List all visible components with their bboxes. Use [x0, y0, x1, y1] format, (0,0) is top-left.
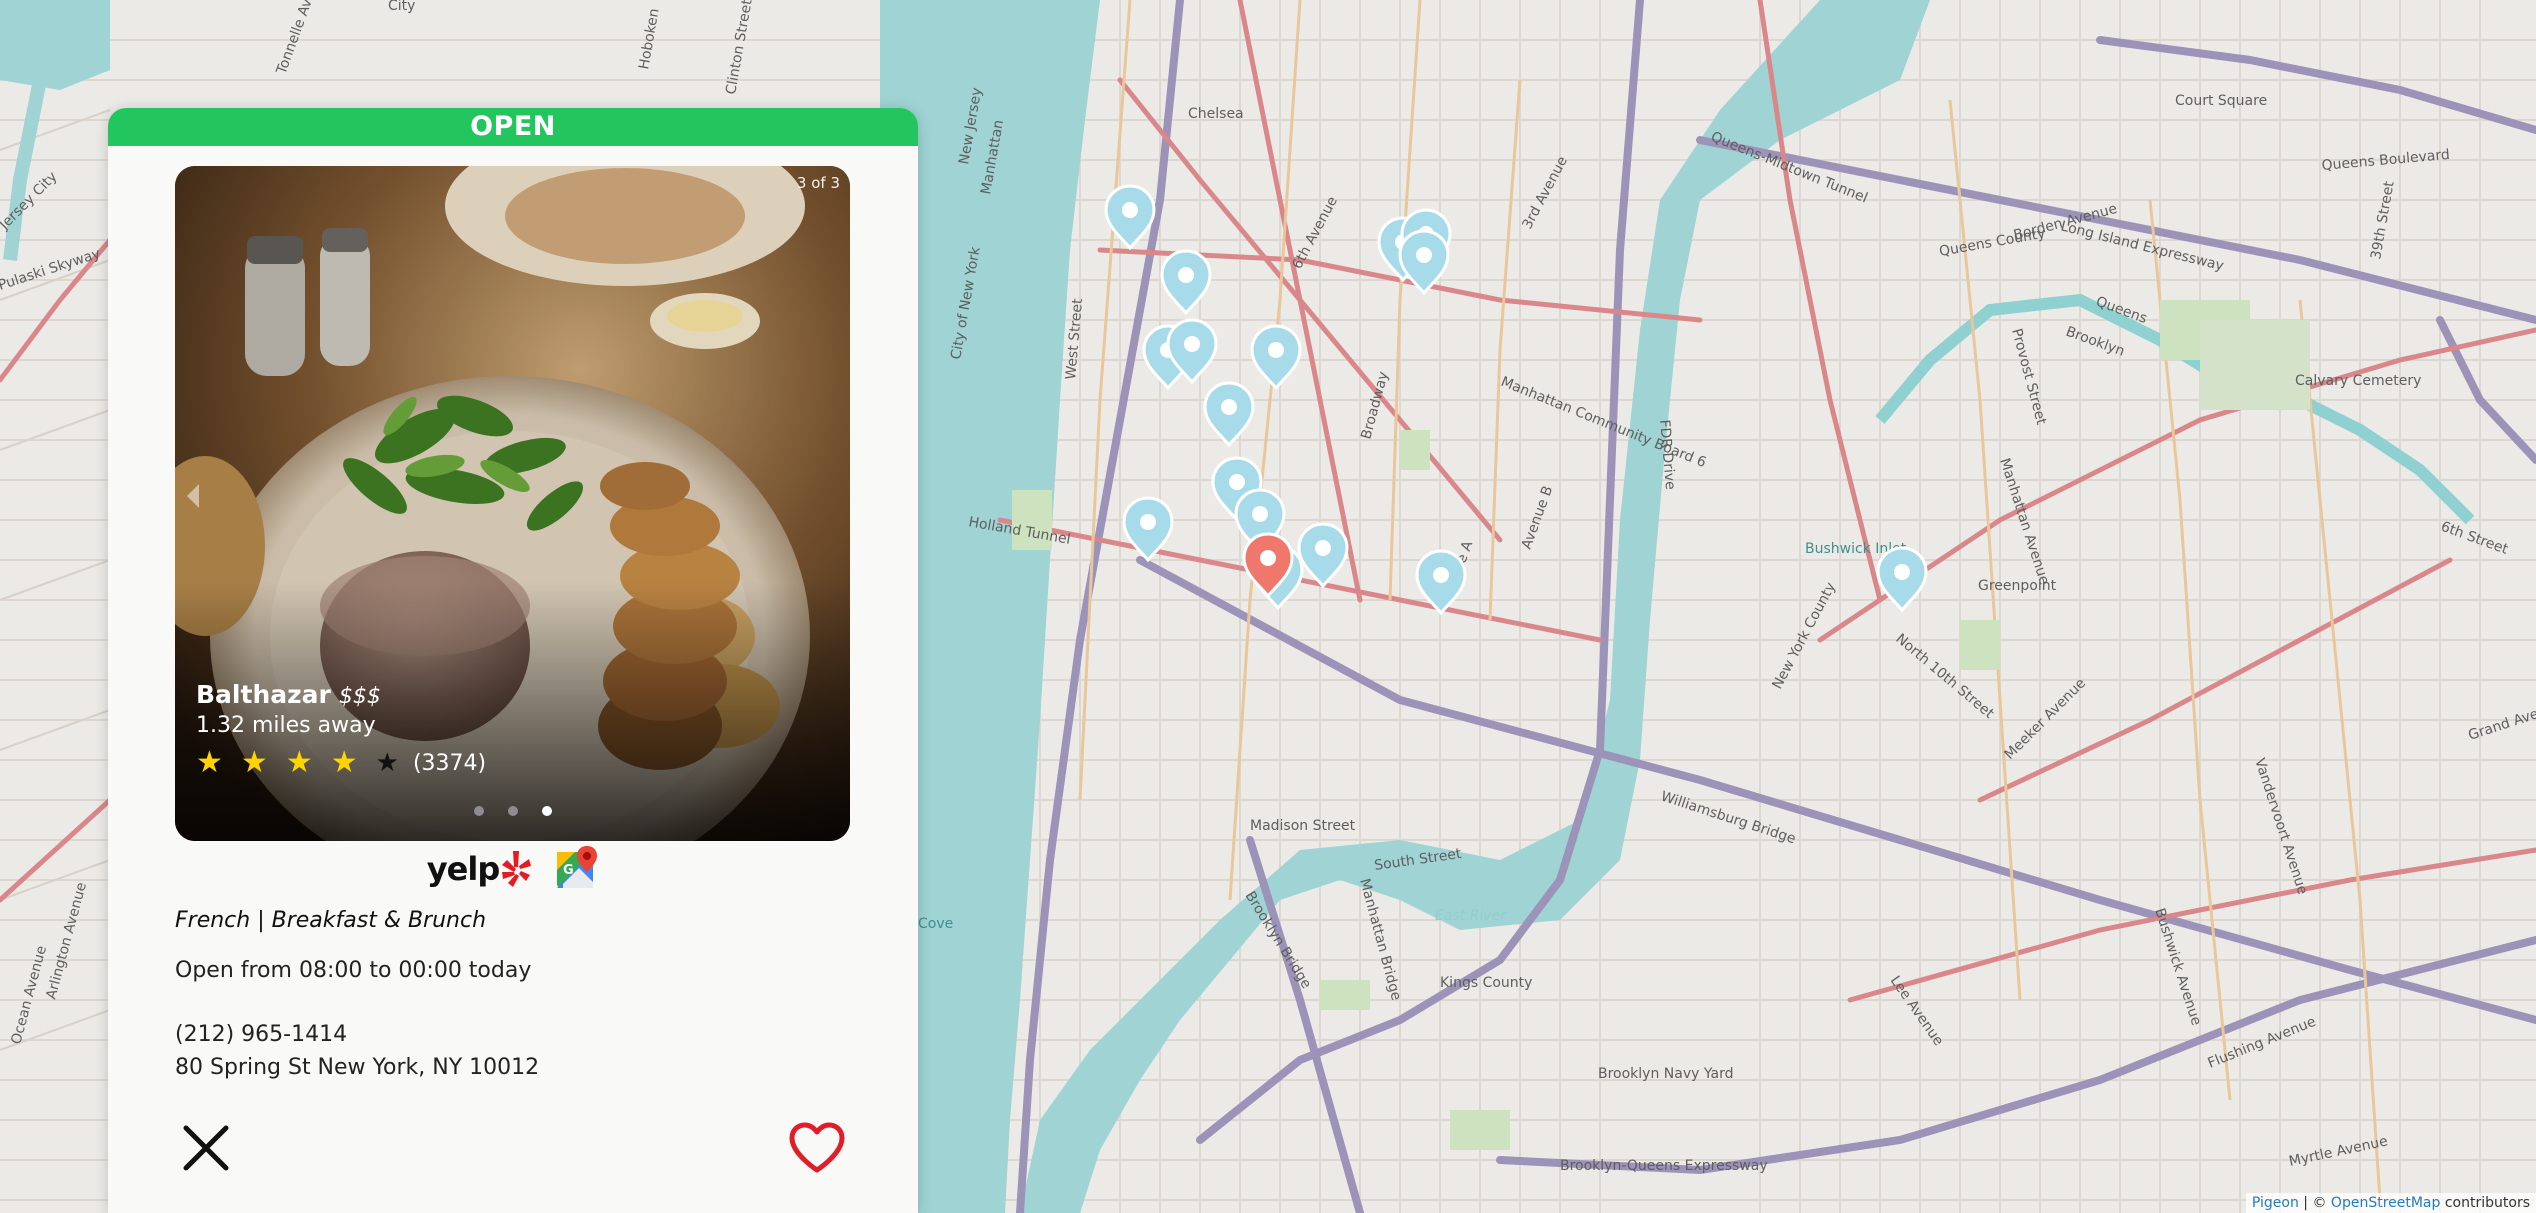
yelp-burst-icon — [502, 851, 532, 887]
map-attribution: Pigeon | © OpenStreetMap contributors — [2245, 1193, 2536, 1213]
calvary-cemetery-area — [2200, 320, 2310, 410]
star-rating: ★ ★ ★ ★ ★ — [196, 748, 417, 778]
yelp-link[interactable]: yelp — [427, 849, 533, 889]
nj-waterway — [0, 0, 110, 90]
favorite-button[interactable] — [788, 1122, 846, 1174]
map-label-cove: Cove — [918, 916, 953, 932]
previous-photo-arrow[interactable] — [187, 484, 199, 508]
opening-hours: Open from 08:00 to 00:00 today — [175, 958, 532, 983]
star-filled-icon: ★ — [196, 745, 223, 780]
address[interactable]: 80 Spring St New York, NY 10012 — [175, 1055, 539, 1080]
close-icon — [183, 1125, 229, 1171]
google-maps-link[interactable]: G — [555, 844, 599, 894]
open-status-banner: OPEN — [108, 108, 918, 146]
carousel-dot[interactable] — [541, 806, 552, 816]
map-label-east-river: East River — [1435, 908, 1507, 924]
carousel-dots — [175, 806, 850, 816]
photo-counter: 3 of 3 — [796, 174, 840, 192]
distance: 1.32 miles away — [196, 713, 376, 738]
map-label-court-square: Court Square — [2175, 93, 2267, 109]
map-label-kings-county: Kings County — [1440, 975, 1532, 991]
pigeon-link[interactable]: Pigeon — [2252, 1195, 2299, 1211]
review-count: (3374) — [412, 750, 487, 776]
openstreetmap-link[interactable]: OpenStreetMap — [2331, 1195, 2440, 1211]
map-label-madison-street: Madison Street — [1250, 818, 1356, 834]
map-label-calvary-cemetery: Calvary Cemetery — [2295, 373, 2421, 389]
rating-row: ★ ★ ★ ★ ★ (3374) — [196, 748, 486, 778]
carousel-dot[interactable] — [473, 806, 484, 816]
map-label-city: City — [388, 0, 415, 14]
attribution-suffix: contributors — [2440, 1195, 2530, 1211]
svg-text:G: G — [563, 863, 574, 878]
star-filled-icon: ★ — [330, 745, 358, 780]
price-level: $$$ — [338, 684, 381, 709]
attribution-separator: | © — [2298, 1195, 2331, 1211]
heart-icon — [789, 1122, 845, 1173]
restaurant-name: Balthazar — [196, 680, 331, 709]
star-empty-icon: ★ — [375, 748, 399, 778]
dismiss-button[interactable] — [180, 1122, 232, 1174]
map-label-bqe: Brooklyn-Queens Expressway — [1560, 1158, 1768, 1174]
phone-number[interactable]: (212) 965-1414 — [175, 1022, 347, 1047]
star-filled-icon: ★ — [285, 745, 313, 780]
photo-carousel[interactable]: 3 of 3 Balthazar $$$ 1.32 miles away ★ ★ ★ ★… — [175, 166, 850, 841]
yelp-logo-text: yelp — [426, 850, 500, 888]
restaurant-info-overlay: Balthazar $$$ 1.32 miles away ★ ★ ★ ★ ★ (3374… — [196, 680, 486, 778]
star-filled-icon: ★ — [240, 745, 268, 780]
restaurant-card: OPEN 3 of 3 Balthazar $$$ 1.32 miles awa… — [108, 108, 918, 1213]
external-links: yelp G — [108, 844, 918, 894]
map-label-brooklyn-navy-yard: Brooklyn Navy Yard — [1598, 1066, 1733, 1082]
carousel-dot[interactable] — [507, 806, 518, 816]
categories: French | Breakfast & Brunch — [175, 908, 487, 933]
map-label-chelsea: Chelsea — [1188, 106, 1244, 122]
google-maps-icon: G — [557, 846, 598, 888]
